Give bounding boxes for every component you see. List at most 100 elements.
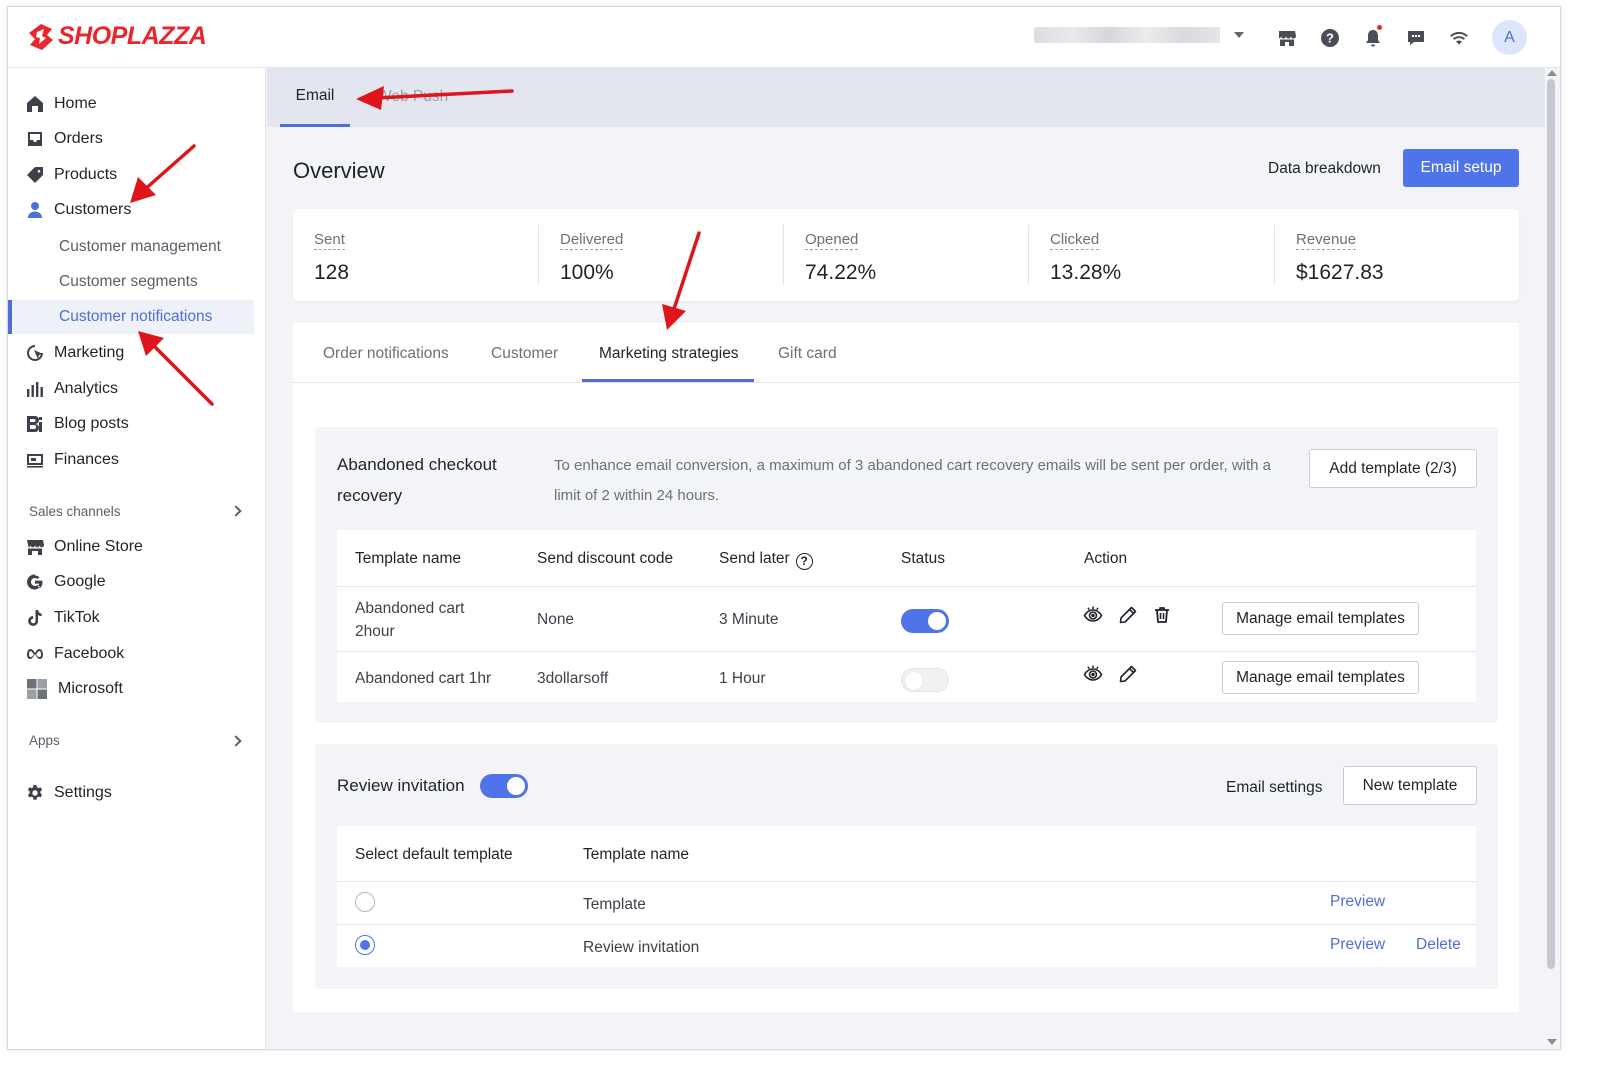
sidebar-item-finances[interactable]: Finances (26, 445, 119, 475)
sidebar-item-online-store[interactable]: Online Store (26, 532, 143, 562)
sidebar-item-tiktok[interactable]: TikTok (26, 603, 100, 633)
status-toggle[interactable] (901, 609, 949, 633)
manage-email-templates-button[interactable]: Manage email templates (1222, 602, 1419, 635)
sidebar-item-label: Customers (54, 201, 132, 218)
preview-eye-icon[interactable] (1083, 664, 1103, 684)
tab-email[interactable]: Email (280, 68, 350, 127)
shoplazza-logo[interactable]: SHOPLAZZA (28, 22, 207, 51)
sidebar-item-settings[interactable]: Settings (26, 778, 112, 808)
sidebar-item-orders[interactable]: Orders (26, 124, 103, 154)
sidebar-item-google[interactable]: Google (26, 567, 106, 597)
default-template-radio[interactable] (355, 935, 375, 955)
send-later-cell: 3 Minute (719, 611, 779, 628)
sidebar-item-microsoft[interactable]: Microsoft (26, 674, 123, 704)
tab-customer[interactable]: Customer (491, 345, 558, 363)
preview-eye-icon[interactable] (1083, 605, 1103, 625)
chevron-down-icon (1234, 32, 1244, 38)
data-breakdown-link[interactable]: Data breakdown (1268, 160, 1381, 178)
preview-link[interactable]: Preview (1330, 893, 1385, 911)
tiktok-icon (28, 610, 42, 626)
delete-link[interactable]: Delete (1416, 936, 1461, 954)
manage-email-templates-button[interactable]: Manage email templates (1222, 661, 1419, 694)
divider (538, 225, 539, 285)
sidebar-item-blog-posts[interactable]: Blog posts (26, 409, 129, 439)
sidebar: Home Orders Products Customers Customer … (8, 68, 266, 1049)
store-icon[interactable] (1274, 25, 1299, 50)
divider (337, 651, 1476, 652)
bell-icon[interactable] (1360, 25, 1385, 50)
stat-label[interactable]: Delivered (560, 231, 624, 250)
stat-label[interactable]: Opened (805, 231, 859, 250)
send-later-cell: 1 Hour (719, 670, 766, 687)
app-window: SHOPLAZZA ? A Home Orders Products Custo… (7, 6, 1561, 1050)
avatar[interactable]: A (1492, 20, 1527, 55)
scrollbar-thumb[interactable] (1547, 79, 1555, 969)
review-invitation-toggle[interactable] (480, 774, 528, 798)
email-settings-link[interactable]: Email settings (1226, 776, 1322, 799)
template-name-cell: Abandoned cart 2hour (355, 597, 464, 643)
chevron-right-icon[interactable] (230, 505, 242, 517)
sidebar-item-label: Finances (54, 451, 119, 468)
sidebar-item-home[interactable]: Home (26, 89, 97, 119)
default-template-radio[interactable] (355, 892, 375, 912)
divider (337, 586, 1476, 587)
person-icon (28, 202, 42, 218)
review-invitation-title: Review invitation (337, 776, 465, 795)
sidebar-item-marketing[interactable]: Marketing (26, 338, 124, 368)
tab-marketing-strategies[interactable]: Marketing strategies (599, 345, 739, 363)
delete-trash-icon[interactable] (1152, 605, 1172, 625)
scroll-up-arrow-icon[interactable] (1547, 70, 1557, 76)
edit-pencil-icon[interactable] (1118, 664, 1138, 684)
col-action: Action (1084, 550, 1128, 567)
abandoned-checkout-card: Abandoned checkout recovery To enhance e… (315, 427, 1498, 723)
sidebar-subitem-customer-segments[interactable]: Customer segments (59, 267, 198, 297)
email-setup-button[interactable]: Email setup (1403, 149, 1519, 187)
scroll-down-arrow-icon[interactable] (1547, 1039, 1557, 1045)
tab-web-push[interactable]: Web Push (377, 88, 448, 106)
status-toggle[interactable] (901, 668, 949, 692)
abandoned-checkout-description: To enhance email conversion, a maximum o… (554, 457, 1272, 504)
title-line: Abandoned checkout (337, 455, 497, 474)
col-status: Status (901, 550, 945, 567)
chevron-right-icon[interactable] (230, 735, 242, 747)
add-template-button[interactable]: Add template (2/3) (1309, 449, 1477, 488)
store-icon (27, 540, 44, 555)
divider (1028, 225, 1029, 285)
divider (1274, 225, 1275, 285)
abandoned-table: Template name Send discount code Send la… (337, 530, 1476, 702)
stat-label[interactable]: Clicked (1050, 231, 1100, 250)
abandoned-checkout-title: Abandoned checkout recovery (337, 449, 497, 511)
orders-icon (28, 132, 42, 146)
message-icon[interactable] (1403, 25, 1428, 50)
store-selector[interactable] (1034, 27, 1244, 43)
stat-label[interactable]: Sent (314, 231, 345, 250)
sidebar-subitem-customer-management[interactable]: Customer management (59, 232, 221, 262)
edit-pencil-icon[interactable] (1118, 605, 1138, 625)
stat-value: $1627.83 (1296, 261, 1384, 284)
sidebar-subitem-customer-notifications[interactable]: Customer notifications (59, 302, 212, 332)
discount-cell: None (537, 611, 575, 628)
sidebar-item-facebook[interactable]: Facebook (26, 639, 124, 669)
sidebar-item-customers[interactable]: Customers (26, 195, 131, 225)
channel-tabs: Email Web Push (267, 68, 1546, 127)
help-icon[interactable]: ? (1317, 25, 1342, 50)
gear-icon (27, 785, 43, 800)
sidebar-item-label: Marketing (54, 344, 125, 361)
tag-icon (27, 167, 43, 183)
tab-gift-card[interactable]: Gift card (778, 345, 837, 363)
stat-label[interactable]: Revenue (1296, 231, 1357, 250)
new-template-button[interactable]: New template (1343, 766, 1477, 805)
sidebar-item-analytics[interactable]: Analytics (26, 374, 118, 404)
wifi-icon[interactable] (1446, 25, 1471, 50)
review-templates-table: Select default template Template name Te… (337, 826, 1476, 967)
cell-text: 2hour (355, 623, 395, 640)
brand-name: SHOPLAZZA (58, 22, 207, 50)
sidebar-item-label: Analytics (54, 380, 119, 397)
svg-text:?: ? (1326, 30, 1334, 45)
page-title: Overview (293, 158, 385, 183)
discount-cell: 3dollarsoff (537, 670, 609, 687)
sidebar-item-products[interactable]: Products (26, 160, 117, 190)
help-icon[interactable]: ? (795, 552, 813, 570)
preview-link[interactable]: Preview (1330, 936, 1385, 954)
tab-order-notifications[interactable]: Order notifications (323, 345, 449, 363)
